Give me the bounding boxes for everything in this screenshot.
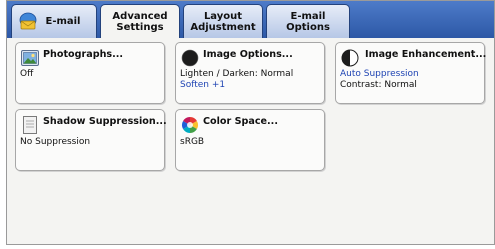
- photographs-value: Off: [20, 69, 34, 79]
- image-options-soften: Soften +1: [180, 80, 226, 90]
- image-options-icon: [181, 49, 199, 67]
- image-enhancement-contrast: Contrast: Normal: [340, 80, 417, 90]
- image-enhancement-auto-suppression: Auto Suppression: [340, 69, 419, 79]
- tab-bar: E-mail Advanced Settings Layout Adjustme…: [7, 1, 494, 38]
- tab-email-options[interactable]: E-mail Options: [266, 4, 350, 38]
- color-space-title: Color Space...: [203, 116, 278, 127]
- color-space-icon: [182, 117, 198, 133]
- shadow-suppression-value: No Suppression: [20, 137, 91, 147]
- tab-email[interactable]: E-mail: [11, 4, 97, 38]
- shadow-suppression-button[interactable]: Shadow Suppression... No Suppression: [15, 109, 167, 171]
- photographs-button[interactable]: Photographs... Off: [15, 42, 165, 104]
- image-enhancement-icon: [341, 49, 359, 67]
- photograph-icon: [21, 50, 39, 66]
- shadow-suppression-icon: [23, 116, 37, 134]
- tab-layout-adjustment[interactable]: Layout Adjustment: [183, 4, 263, 38]
- tab-layout-adjustment-label: Layout Adjustment: [190, 10, 256, 33]
- image-enhancement-button[interactable]: Image Enhancement... Auto Suppression Co…: [335, 42, 487, 104]
- tab-email-options-label: E-mail Options: [286, 10, 330, 33]
- email-icon: [19, 12, 37, 30]
- tab-email-label: E-mail: [45, 16, 81, 27]
- image-enhancement-title: Image Enhancement...: [365, 49, 487, 60]
- image-options-lighten-darken: Lighten / Darken: Normal: [180, 69, 294, 79]
- photographs-title: Photographs...: [43, 49, 124, 60]
- image-options-button[interactable]: Image Options... Lighten / Darken: Norma…: [175, 42, 325, 104]
- tab-advanced-settings-label: Advanced Settings: [112, 10, 168, 33]
- image-options-title: Image Options...: [203, 49, 293, 60]
- color-space-value: sRGB: [180, 137, 205, 147]
- advanced-settings-screen: E-mail Advanced Settings Layout Adjustme…: [6, 0, 495, 245]
- tab-advanced-settings[interactable]: Advanced Settings: [100, 4, 180, 38]
- shadow-suppression-title: Shadow Suppression...: [43, 116, 167, 127]
- color-space-button[interactable]: Color Space... sRGB: [175, 109, 325, 171]
